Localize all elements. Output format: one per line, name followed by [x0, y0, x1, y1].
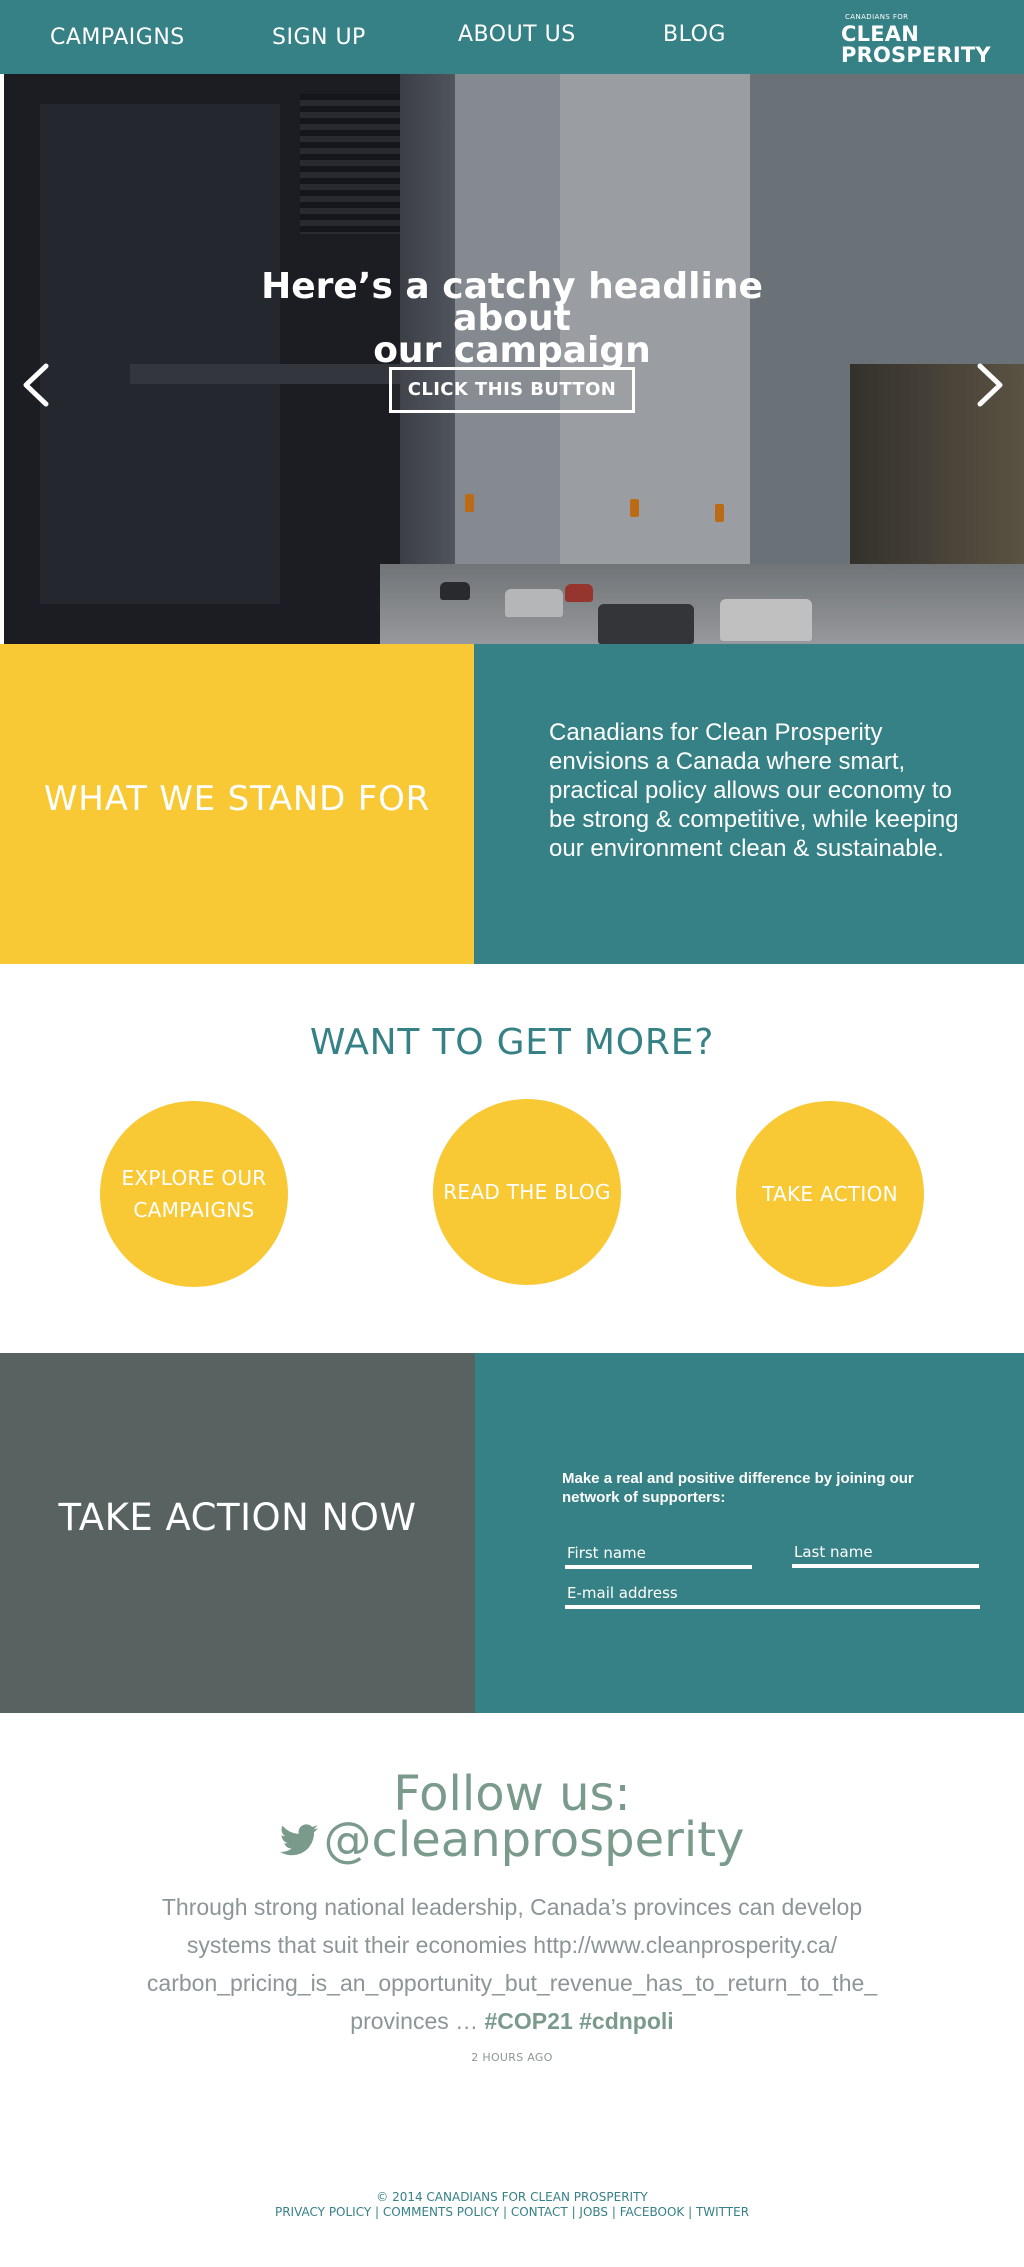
footer-link-facebook[interactable]: FACEBOOK: [620, 2205, 685, 2219]
mission-text: Canadians for Clean Prosperity envisions…: [549, 719, 959, 862]
hero-headline: Here’s a catchy headline about our campa…: [200, 266, 824, 371]
logo-line-clean: CLEAN: [841, 22, 919, 46]
footer-link-comments-policy[interactable]: COMMENTS POLICY: [383, 2205, 499, 2219]
footer-copyright: © 2014 CANADIANS FOR CLEAN PROSPERITY: [376, 2190, 648, 2204]
take-action-title: TAKE ACTION NOW: [58, 1496, 417, 1539]
hashtag-cop21[interactable]: #COP21: [485, 2008, 573, 2034]
email-field[interactable]: E-mail address: [565, 1581, 980, 1609]
logo-line-prosperity: PROSPERITY: [841, 43, 991, 67]
site-logo[interactable]: CANADIANS FOR CLEAN PROSPERITY: [841, 14, 991, 66]
tweet-timestamp: 2 HOURS AGO: [471, 2051, 553, 2064]
nav-blog[interactable]: BLOG: [663, 22, 726, 47]
footer-link-privacy-policy[interactable]: PRIVACY POLICY: [275, 2205, 371, 2219]
hero-slider: Here’s a catchy headline about our campa…: [0, 74, 1024, 644]
stand-for-title: WHAT WE STAND FOR: [43, 779, 431, 819]
signup-description: Make a real and positive difference by j…: [562, 1470, 914, 1506]
explore-campaigns-label: EXPLORE OUR CAMPAIGNS: [121, 1166, 267, 1222]
follow-us-title: Follow us:: [393, 1766, 631, 1822]
read-blog-label: READ THE BLOG: [443, 1180, 611, 1204]
footer-link-contact[interactable]: CONTACT: [511, 2205, 568, 2219]
footer-links: PRIVACY POLICY | COMMENTS POLICY | CONTA…: [0, 2205, 1024, 2220]
footer-separator: |: [499, 2205, 511, 2219]
nav-about-us[interactable]: ABOUT US: [458, 22, 576, 47]
get-more-title: WANT TO GET MORE?: [309, 1022, 715, 1063]
twitter-bird-icon: [279, 1824, 318, 1856]
nav-sign-up[interactable]: SIGN UP: [272, 25, 366, 50]
footer: © 2014 CANADIANS FOR CLEAN PROSPERITY PR…: [0, 2190, 1024, 2220]
take-action-button[interactable]: TAKE ACTION: [736, 1101, 924, 1287]
hero-left-edge: [0, 74, 4, 644]
first-name-field[interactable]: First name: [565, 1541, 752, 1569]
logo-small-text: CANADIANS FOR: [845, 13, 909, 21]
latest-tweet: Through strong national leadership, Cana…: [140, 1888, 884, 2040]
hashtag-cdnpoli[interactable]: #cdnpoli: [579, 2008, 674, 2034]
hero-cta-button[interactable]: CLICK THIS BUTTON: [389, 367, 635, 413]
mission-panel: Canadians for Clean Prosperity envisions…: [474, 644, 1024, 964]
footer-separator: |: [567, 2205, 580, 2219]
hero-headline-line1: Here’s a catchy headline about: [261, 266, 763, 339]
stand-for-panel: WHAT WE STAND FOR: [0, 644, 474, 964]
nav-campaigns[interactable]: CAMPAIGNS: [50, 25, 185, 50]
footer-link-jobs[interactable]: JOBS: [579, 2205, 608, 2219]
chevron-right-icon[interactable]: [970, 360, 1010, 410]
read-blog-button[interactable]: READ THE BLOG: [433, 1099, 621, 1285]
take-action-panel: TAKE ACTION NOW: [0, 1353, 475, 1713]
explore-campaigns-button[interactable]: EXPLORE OUR CAMPAIGNS: [100, 1101, 288, 1287]
twitter-handle: @cleanprosperity: [323, 1812, 745, 1868]
chevron-left-icon[interactable]: [16, 360, 56, 410]
hero-headline-line2: our campaign: [373, 330, 651, 371]
signup-form-panel: Make a real and positive difference by j…: [475, 1353, 1024, 1713]
footer-separator: |: [684, 2205, 696, 2219]
top-nav: CAMPAIGNS SIGN UP ABOUT US BLOG CANADIAN…: [0, 0, 1024, 74]
take-action-label: TAKE ACTION: [762, 1182, 898, 1206]
footer-separator: |: [608, 2205, 620, 2219]
twitter-handle-row[interactable]: @cleanprosperity: [0, 1812, 1024, 1868]
last-name-field[interactable]: Last name: [792, 1540, 979, 1568]
footer-link-twitter[interactable]: TWITTER: [696, 2205, 749, 2219]
footer-separator: |: [371, 2205, 383, 2219]
